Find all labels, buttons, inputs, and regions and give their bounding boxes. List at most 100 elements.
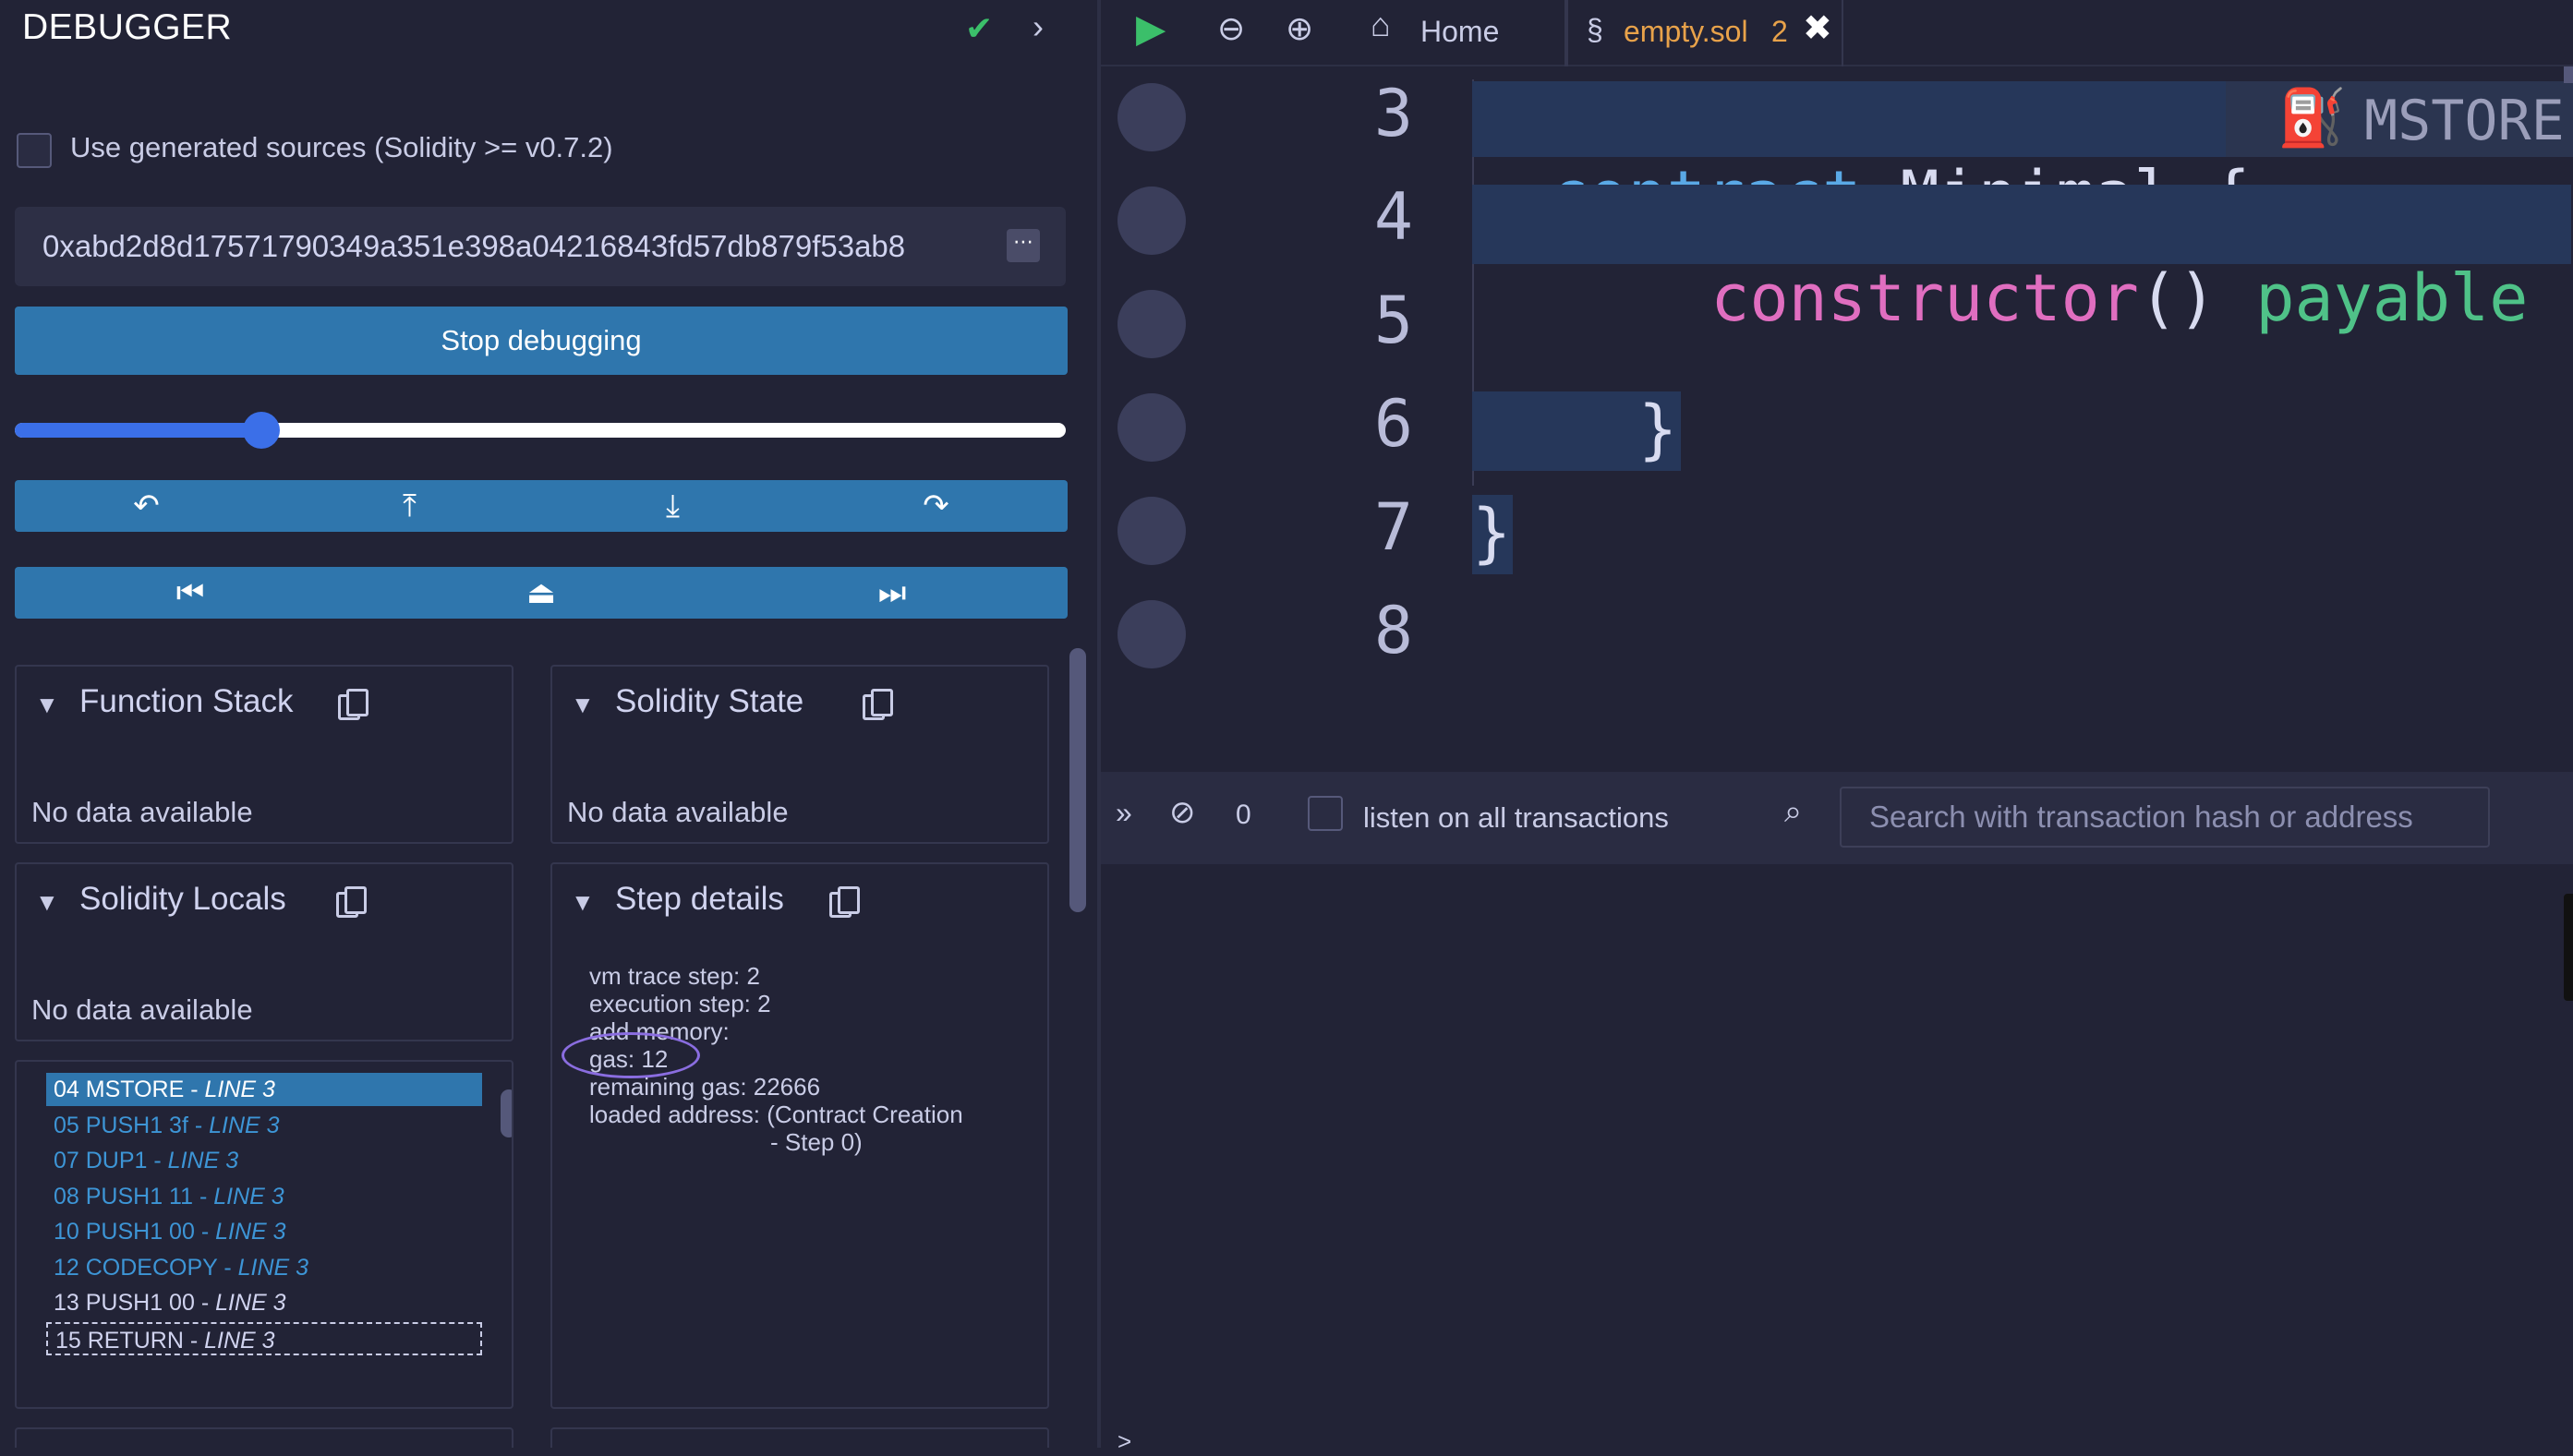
opcode-item[interactable]: 04 MSTORE - LINE 3 <box>46 1073 482 1106</box>
line-number: 7 <box>1373 489 1413 565</box>
opcode-text: 05 PUSH1 3f <box>54 1112 188 1138</box>
solidity-locals-card: ▼ Solidity Locals No data available <box>15 862 513 1041</box>
opcode-line: LINE 3 <box>204 1327 275 1354</box>
code-line-7: } <box>1472 495 1513 574</box>
breakpoint-gutter[interactable] <box>1117 187 1186 255</box>
caret-down-icon[interactable]: ▼ <box>571 888 595 917</box>
loaded-address: loaded address: (Contract Creation <box>589 1101 963 1128</box>
opcode-item[interactable]: 15 RETURN - LINE 3 <box>46 1321 482 1355</box>
stop-debugging-button[interactable]: Stop debugging <box>15 307 1068 375</box>
step-into-icon[interactable]: ⤓ <box>646 488 701 524</box>
opcode-text: 04 MSTORE <box>54 1077 185 1102</box>
active-tab-frame <box>1564 0 1843 66</box>
opcode-line: LINE 3 <box>215 1219 286 1245</box>
opcode-list[interactable]: 04 MSTORE - LINE 3 05 PUSH1 3f - LINE 3 07… <box>15 1060 513 1409</box>
line-number: 3 <box>1373 76 1413 151</box>
run-icon[interactable]: ▶ <box>1136 6 1166 51</box>
copy-icon[interactable] <box>829 886 860 918</box>
clear-console-icon[interactable]: ⊘ <box>1169 794 1196 831</box>
opcode-item[interactable]: 07 DUP1 - LINE 3 <box>46 1144 482 1177</box>
breakpoint-gutter[interactable] <box>1117 83 1186 151</box>
vm-trace-step: vm trace step: 2 <box>589 962 760 990</box>
jump-previous-breakpoint-icon[interactable]: ⏮ <box>163 575 218 611</box>
use-generated-sources-checkbox[interactable] <box>17 133 52 168</box>
pending-tx-count: 0 <box>1236 800 1251 830</box>
debugger-panel: DEBUGGER ✔ › Use generated sources (Soli… <box>0 0 1097 1448</box>
collapse-terminal-icon[interactable]: » <box>1116 796 1132 830</box>
code-line-4: constructor() payable <box>1472 185 2571 336</box>
caret-down-icon[interactable]: ▼ <box>35 888 59 917</box>
caret-down-icon[interactable]: ▼ <box>35 691 59 719</box>
opcode-line: LINE 3 <box>237 1254 309 1281</box>
opcode-list-scrollbar[interactable] <box>501 1089 512 1137</box>
solidity-state-card: ▼ Solidity State No data available <box>550 665 1049 844</box>
breakpoint-gutter[interactable] <box>1117 497 1186 565</box>
gas-hint-opcode: MSTORE <box>2364 89 2565 153</box>
tab-home[interactable]: Home <box>1420 15 1499 49</box>
opcode-item[interactable]: 08 PUSH1 11 - LINE 3 <box>46 1180 482 1213</box>
opcode-text: 10 PUSH1 00 <box>54 1219 195 1245</box>
step-out-back-icon[interactable]: ⤒ <box>382 488 438 524</box>
step-over-icon[interactable]: ↷ <box>909 487 964 524</box>
step-slider[interactable] <box>15 412 1066 449</box>
line-number: 8 <box>1373 593 1413 668</box>
solidity-state-empty: No data available <box>567 796 789 828</box>
opcode-line: LINE 3 <box>209 1112 280 1138</box>
jump-controls-row: ⏮ ⏏ ⏭ <box>15 567 1068 619</box>
panel-scrollbar[interactable] <box>1069 648 1086 912</box>
line-number: 5 <box>1373 283 1413 358</box>
zoom-out-icon[interactable]: ⊖ <box>1217 9 1245 48</box>
opcode-item[interactable]: 13 PUSH1 00 - LINE 3 <box>46 1286 482 1319</box>
editor-tab-bar: ▶ ⊖ ⊕ ⌂ Home § empty.sol 2 ✖ <box>1101 0 2573 66</box>
zoom-in-icon[interactable]: ⊕ <box>1286 9 1313 48</box>
step-back-icon[interactable]: ↶ <box>119 487 175 524</box>
execution-step: execution step: 2 <box>589 990 771 1017</box>
copy-icon[interactable] <box>863 689 893 720</box>
gas-pump-icon: ⛽ <box>2277 87 2347 149</box>
listen-all-transactions-checkbox[interactable] <box>1308 796 1343 831</box>
editor-scrollbar[interactable] <box>2564 66 2573 83</box>
line-number: 6 <box>1373 386 1413 462</box>
opcode-line: LINE 3 <box>167 1148 239 1173</box>
remaining-gas: remaining gas: 22666 <box>589 1073 821 1101</box>
function-stack-title[interactable]: Function Stack <box>79 683 294 720</box>
breakpoint-gutter[interactable] <box>1117 290 1186 358</box>
opcode-text: 07 DUP1 <box>54 1148 148 1173</box>
function-stack-empty: No data available <box>31 796 253 828</box>
step-details-card: ▼ Step details vm trace step: 2 executio… <box>550 862 1049 1409</box>
terminal-prompt[interactable]: > <box>1117 1427 1131 1456</box>
opcode-text: 08 PUSH1 11 <box>54 1183 194 1209</box>
tx-hash-input-wrap: 0xabd2d8d17571790349a351e398a04216843fd5… <box>15 207 1066 286</box>
search-icon: ⌕ <box>1784 794 1803 829</box>
slider-handle[interactable] <box>243 412 281 449</box>
copy-icon[interactable] <box>336 886 367 918</box>
opcode-text: 12 CODECOPY <box>54 1254 218 1281</box>
copy-icon[interactable] <box>338 689 368 720</box>
more-icon[interactable]: ⋯ <box>1007 229 1040 262</box>
jump-out-icon[interactable]: ⏏ <box>513 574 569 611</box>
solidity-locals-title[interactable]: Solidity Locals <box>79 881 286 918</box>
caret-down-icon[interactable]: ▼ <box>571 691 595 719</box>
opcode-text: 15 RETURN <box>55 1327 184 1354</box>
jump-next-breakpoint-icon[interactable]: ⏭ <box>864 575 920 611</box>
opcode-item[interactable]: 12 CODECOPY - LINE 3 <box>46 1251 482 1284</box>
check-icon: ✔ <box>965 9 994 47</box>
opcode-line: LINE 3 <box>213 1183 284 1209</box>
use-generated-sources-label: Use generated sources (Solidity >= v0.7.… <box>70 131 613 163</box>
step-details-title[interactable]: Step details <box>615 881 784 918</box>
breakpoint-gutter[interactable] <box>1117 393 1186 462</box>
chevron-right-icon[interactable]: › <box>1033 7 1044 46</box>
line-number: 4 <box>1373 179 1413 255</box>
collapsed-card <box>550 1427 1049 1448</box>
home-icon: ⌂ <box>1371 6 1391 43</box>
opcode-item[interactable]: 10 PUSH1 00 - LINE 3 <box>46 1215 482 1248</box>
breakpoint-gutter[interactable] <box>1117 600 1186 668</box>
tx-hash-input[interactable]: 0xabd2d8d17571790349a351e398a04216843fd5… <box>42 229 1021 264</box>
function-stack-card: ▼ Function Stack No data available <box>15 665 513 844</box>
terminal-search-input[interactable]: Search with transaction hash or address <box>1840 787 2490 848</box>
slider-fill <box>15 423 262 438</box>
opcode-item[interactable]: 05 PUSH1 3f - LINE 3 <box>46 1109 482 1142</box>
opcode-line: LINE 3 <box>215 1290 286 1316</box>
solidity-state-title[interactable]: Solidity State <box>615 683 803 720</box>
terminal-scrollbar[interactable] <box>2564 894 2573 1001</box>
